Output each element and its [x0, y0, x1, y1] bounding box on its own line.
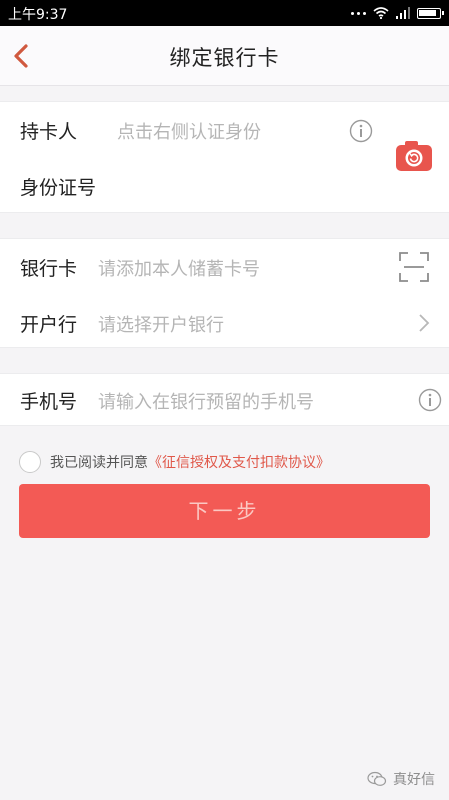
agreement-checkbox[interactable] [19, 451, 41, 473]
status-time: 上午9:37 [8, 7, 68, 23]
watermark-text: 真好信 [393, 772, 435, 788]
phone-field[interactable]: 请输入在银行预留的手机号 [98, 388, 314, 414]
wifi-icon [373, 7, 389, 19]
bank-card-label: 银行卡 [20, 258, 78, 280]
wechat-icon [367, 771, 387, 786]
id-number-label: 身份证号 [20, 177, 97, 199]
phone-info-button[interactable] [418, 388, 442, 416]
cardholder-label: 持卡人 [20, 121, 78, 143]
phone-label: 手机号 [20, 391, 78, 413]
agreement-row: 我已阅读并同意 《征信授权及支付扣款协议》 [19, 450, 330, 474]
bank-branch-label: 开户行 [20, 314, 78, 336]
next-step-button[interactable]: 下一步 [19, 484, 430, 538]
identity-section: 持卡人 点击右侧认证身份 身份证号 [0, 101, 449, 213]
phone-section: 手机号 请输入在银行预留的手机号 [0, 373, 449, 426]
notification-dots-icon [351, 11, 366, 15]
bank-card-row[interactable]: 银行卡 请添加本人储蓄卡号 [0, 239, 449, 295]
cardholder-field[interactable]: 点击右侧认证身份 [117, 118, 261, 144]
phone-row[interactable]: 手机号 请输入在银行预留的手机号 [0, 374, 449, 427]
info-icon [349, 119, 373, 143]
camera-icon [396, 141, 432, 171]
status-bar: 上午9:37 [0, 0, 449, 26]
bank-card-field[interactable]: 请添加本人储蓄卡号 [98, 255, 260, 281]
cardholder-info-button[interactable] [349, 119, 373, 147]
bank-branch-field[interactable]: 请选择开户银行 [98, 311, 224, 337]
agreement-link[interactable]: 《征信授权及支付扣款协议》 [148, 452, 330, 472]
scan-icon [399, 252, 429, 282]
watermark: 真好信 [367, 769, 435, 789]
scan-card-button[interactable] [399, 252, 429, 286]
signal-icon [396, 7, 410, 19]
bank-section: 银行卡 请添加本人储蓄卡号 开户行 请选择开户银行 [0, 238, 449, 348]
battery-icon [417, 7, 444, 19]
status-icons [351, 3, 444, 23]
chevron-right-icon [419, 314, 430, 332]
bank-branch-arrow[interactable] [418, 313, 430, 337]
cardholder-row[interactable]: 持卡人 点击右侧认证身份 [0, 102, 449, 158]
info-icon [418, 388, 442, 412]
agreement-text: 我已阅读并同意 [50, 455, 148, 471]
camera-button[interactable] [395, 139, 433, 173]
page-title: 绑定银行卡 [169, 46, 280, 70]
nav-bar: 绑定银行卡 [0, 26, 449, 86]
id-number-row[interactable]: 身份证号 [0, 158, 449, 214]
bank-branch-row[interactable]: 开户行 请选择开户银行 [0, 295, 449, 351]
